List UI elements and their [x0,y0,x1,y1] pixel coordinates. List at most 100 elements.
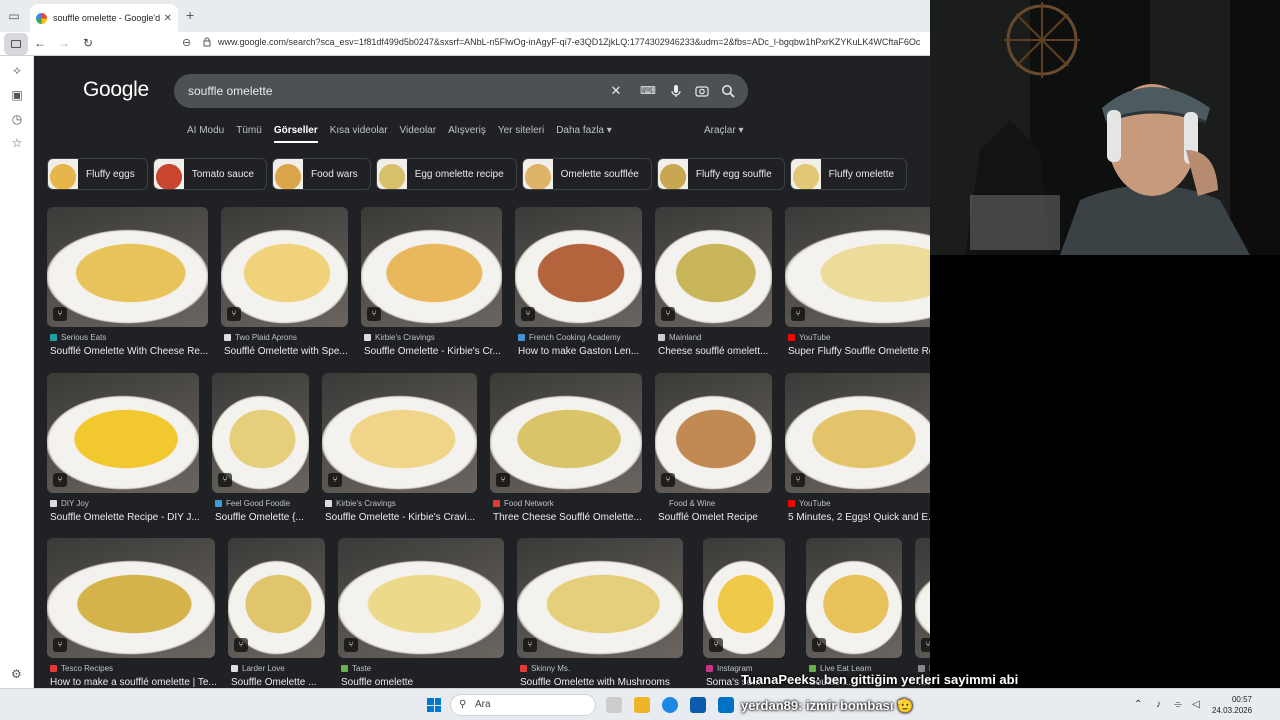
edge-browser-icon[interactable] [662,697,678,713]
result-source[interactable]: Tesco Recipes [50,664,218,673]
result-title[interactable]: Soufflé Omelette with Spe... [224,346,351,357]
nav-tab[interactable]: Yer siteleri [498,125,544,143]
image-result-card[interactable]: ⑂ Food & Wine Soufflé Omelet Recipe [655,373,772,531]
result-title[interactable]: Souffle Omelette {... [215,512,312,523]
result-title[interactable]: Soufflé Omelet Recipe [658,512,775,523]
microphone-tray-icon[interactable]: ♪ [1156,699,1161,710]
search-input[interactable] [188,84,588,98]
result-title[interactable]: How to make Gaston Len... [518,346,645,357]
result-title[interactable]: Souffle Omelette - Kirbie's Cravi... [325,512,480,523]
related-search-chip[interactable]: Egg omelette recipe [375,158,517,190]
result-source[interactable]: Feel Good Foodie [215,499,312,508]
result-source[interactable]: Two Plaid Aprons [224,333,351,342]
result-source[interactable]: Serious Eats [50,333,211,342]
omelette-photo[interactable]: ⑂ [806,538,902,658]
omelette-photo[interactable]: ⑂ [212,373,309,493]
result-title[interactable]: Souffle Omelette ... [231,677,328,688]
sidebar-toggle-icon[interactable] [4,33,28,55]
favorites-icon[interactable]: ☆ [10,136,24,150]
nav-tab[interactable]: Görseller [273,125,318,143]
related-search-chip[interactable]: Tomato sauce [152,158,267,190]
image-result-card[interactable]: ⑂ DIY Joy Souffle Omelette Recipe - DIY J.… [47,373,202,531]
omelette-photo[interactable]: ⑂ [517,538,683,658]
omelette-photo[interactable]: ⑂ [228,538,325,658]
result-source[interactable]: Kirbie's Cravings [325,499,480,508]
related-search-chip[interactable]: Fluffy eggs [47,158,148,190]
reload-icon[interactable]: ↻ [80,36,96,50]
url-text[interactable]: www.google.com/search?sca_esv=1f81df499d… [200,37,930,47]
result-title[interactable]: Super Fluffy Souffle Omelette Recipe - Y… [788,346,930,357]
image-result-card[interactable]: ⑂ Skinny Ms. Souffle Omelette with Mushroo… [517,538,683,688]
image-result-card[interactable]: ⑂ YouTube Super Fluffy Souffle Omelette Re… [785,207,930,365]
omelette-photo[interactable]: ⑂ [221,207,348,327]
image-result-card[interactable]: ⑂ Food Network Three Cheese Soufflé Omelet… [490,373,642,531]
omelette-photo[interactable]: ⑂ [915,538,930,658]
network-icon[interactable]: ⌯ [1174,699,1182,710]
result-title[interactable]: 5 Minutes, 2 Eggs! Quick and E... [788,512,930,523]
omelette-photo[interactable]: ⑂ [703,538,785,658]
related-search-chip[interactable]: Fluffy omelette [789,158,908,190]
result-title[interactable]: Three Cheese Soufflé Omelette... [493,512,645,523]
omelette-photo[interactable]: ⑂ [361,207,502,327]
result-source[interactable]: Kirbie's Cravings [364,333,505,342]
related-search-chip[interactable]: Food wars [272,158,371,190]
nav-tab[interactable]: Videolar [400,125,437,143]
omelette-photo[interactable]: ⑂ [47,207,208,327]
taskview-icon[interactable] [606,697,622,713]
windows-start-icon[interactable] [427,698,441,712]
result-source[interactable]: Mainland [658,333,775,342]
collections-icon[interactable]: ▣ [10,88,24,102]
omelette-photo[interactable]: ⑂ [785,207,930,327]
tab-close-icon[interactable]: ✕ [164,13,172,24]
image-result-card[interactable]: ⑂ Serious Eats Soufflé Omelette With Chees… [47,207,208,365]
browser-tab-active[interactable]: souffle omelette - Google'da Ara ✕ [30,4,178,32]
image-result-card[interactable]: ⑂ Kirbie's Cravings Souffle Omelette - Kir… [361,207,502,365]
image-result-card[interactable]: ⑂ French Cooking Academy How to make Gasto… [515,207,642,365]
image-result-card[interactable]: ⑂ Taste Souffle omelette [338,538,504,688]
result-title[interactable]: Cheese soufflé omelett... [658,346,775,357]
omelette-photo[interactable]: ⑂ [515,207,642,327]
taskbar-clock[interactable]: 00:57 24.03.2026 [1212,694,1252,716]
omelette-photo[interactable]: ⑂ [47,373,199,493]
omelette-photo[interactable]: ⑂ [490,373,642,493]
settings-gear-icon[interactable]: ⚙ [11,667,22,681]
microphone-icon[interactable] [668,83,684,99]
search-box[interactable]: ✕ ⌨ [174,74,748,108]
search-icon[interactable] [720,83,736,99]
image-result-card[interactable]: ⑂ Feel Good Foodie Souffle Omelette {... [212,373,309,531]
image-result-card[interactable]: ⑂ Mainland Cheese soufflé omelett... [655,207,772,365]
tray-chevron-icon[interactable]: ⌃ [1134,699,1142,710]
outlook-icon[interactable] [718,697,734,713]
related-search-chip[interactable]: Omelette soufflée [521,158,652,190]
omelette-photo[interactable]: ⑂ [655,207,772,327]
related-search-chip[interactable]: Fluffy egg souffle [656,158,785,190]
clear-search-icon[interactable]: ✕ [608,83,624,99]
result-title[interactable]: Souffle omelette [341,677,507,688]
image-result-card[interactable]: ⑂ Kirbie's Cravings Souffle Omelette - Kir… [322,373,477,531]
nav-tab[interactable]: Daha fazla ▾ [556,125,612,143]
result-title[interactable]: Souffle Omelette with Mushrooms [520,677,686,688]
nav-tab[interactable]: Kısa videolar [330,125,388,143]
volume-icon[interactable]: ◁ [1192,699,1200,710]
omelette-photo[interactable]: ⑂ [785,373,930,493]
image-result-card[interactable]: ⑂ Live Eat Learn Souffle ... [806,538,902,688]
site-settings-icon[interactable]: ⊖ [182,36,191,49]
new-tab-icon[interactable]: + [186,7,194,23]
omelette-photo[interactable]: ⑂ [47,538,215,658]
result-source[interactable]: French Cooking Academy [518,333,645,342]
image-result-card[interactable]: ⑂ Two Plaid Aprons Soufflé Omelette with S… [221,207,348,365]
copilot-icon[interactable]: ✧ [10,64,24,78]
file-explorer-icon[interactable] [634,697,650,713]
image-result-card[interactable]: ⑂ YouTube 5 Minutes, 2 Eggs! Quick and E..… [785,373,930,531]
nav-tab[interactable]: AI Modu [187,125,224,143]
taskbar-search-box[interactable]: ⚲ Ara [450,694,596,716]
result-source[interactable]: Larder Love [231,664,328,673]
tools-menu[interactable]: Araçlar ▾ [704,125,743,136]
omelette-photo[interactable]: ⑂ [338,538,504,658]
nav-tab[interactable]: Tümü [236,125,262,143]
image-result-card[interactable]: ⑂ Tesco Recipes How to make a soufflé omel… [47,538,218,688]
history-icon[interactable]: ◷ [10,112,24,126]
result-source[interactable]: YouTube [788,333,930,342]
result-title[interactable]: Souffle Omelette Recipe - DIY J... [50,512,202,523]
nav-tab[interactable]: Alışveriş [448,125,486,143]
